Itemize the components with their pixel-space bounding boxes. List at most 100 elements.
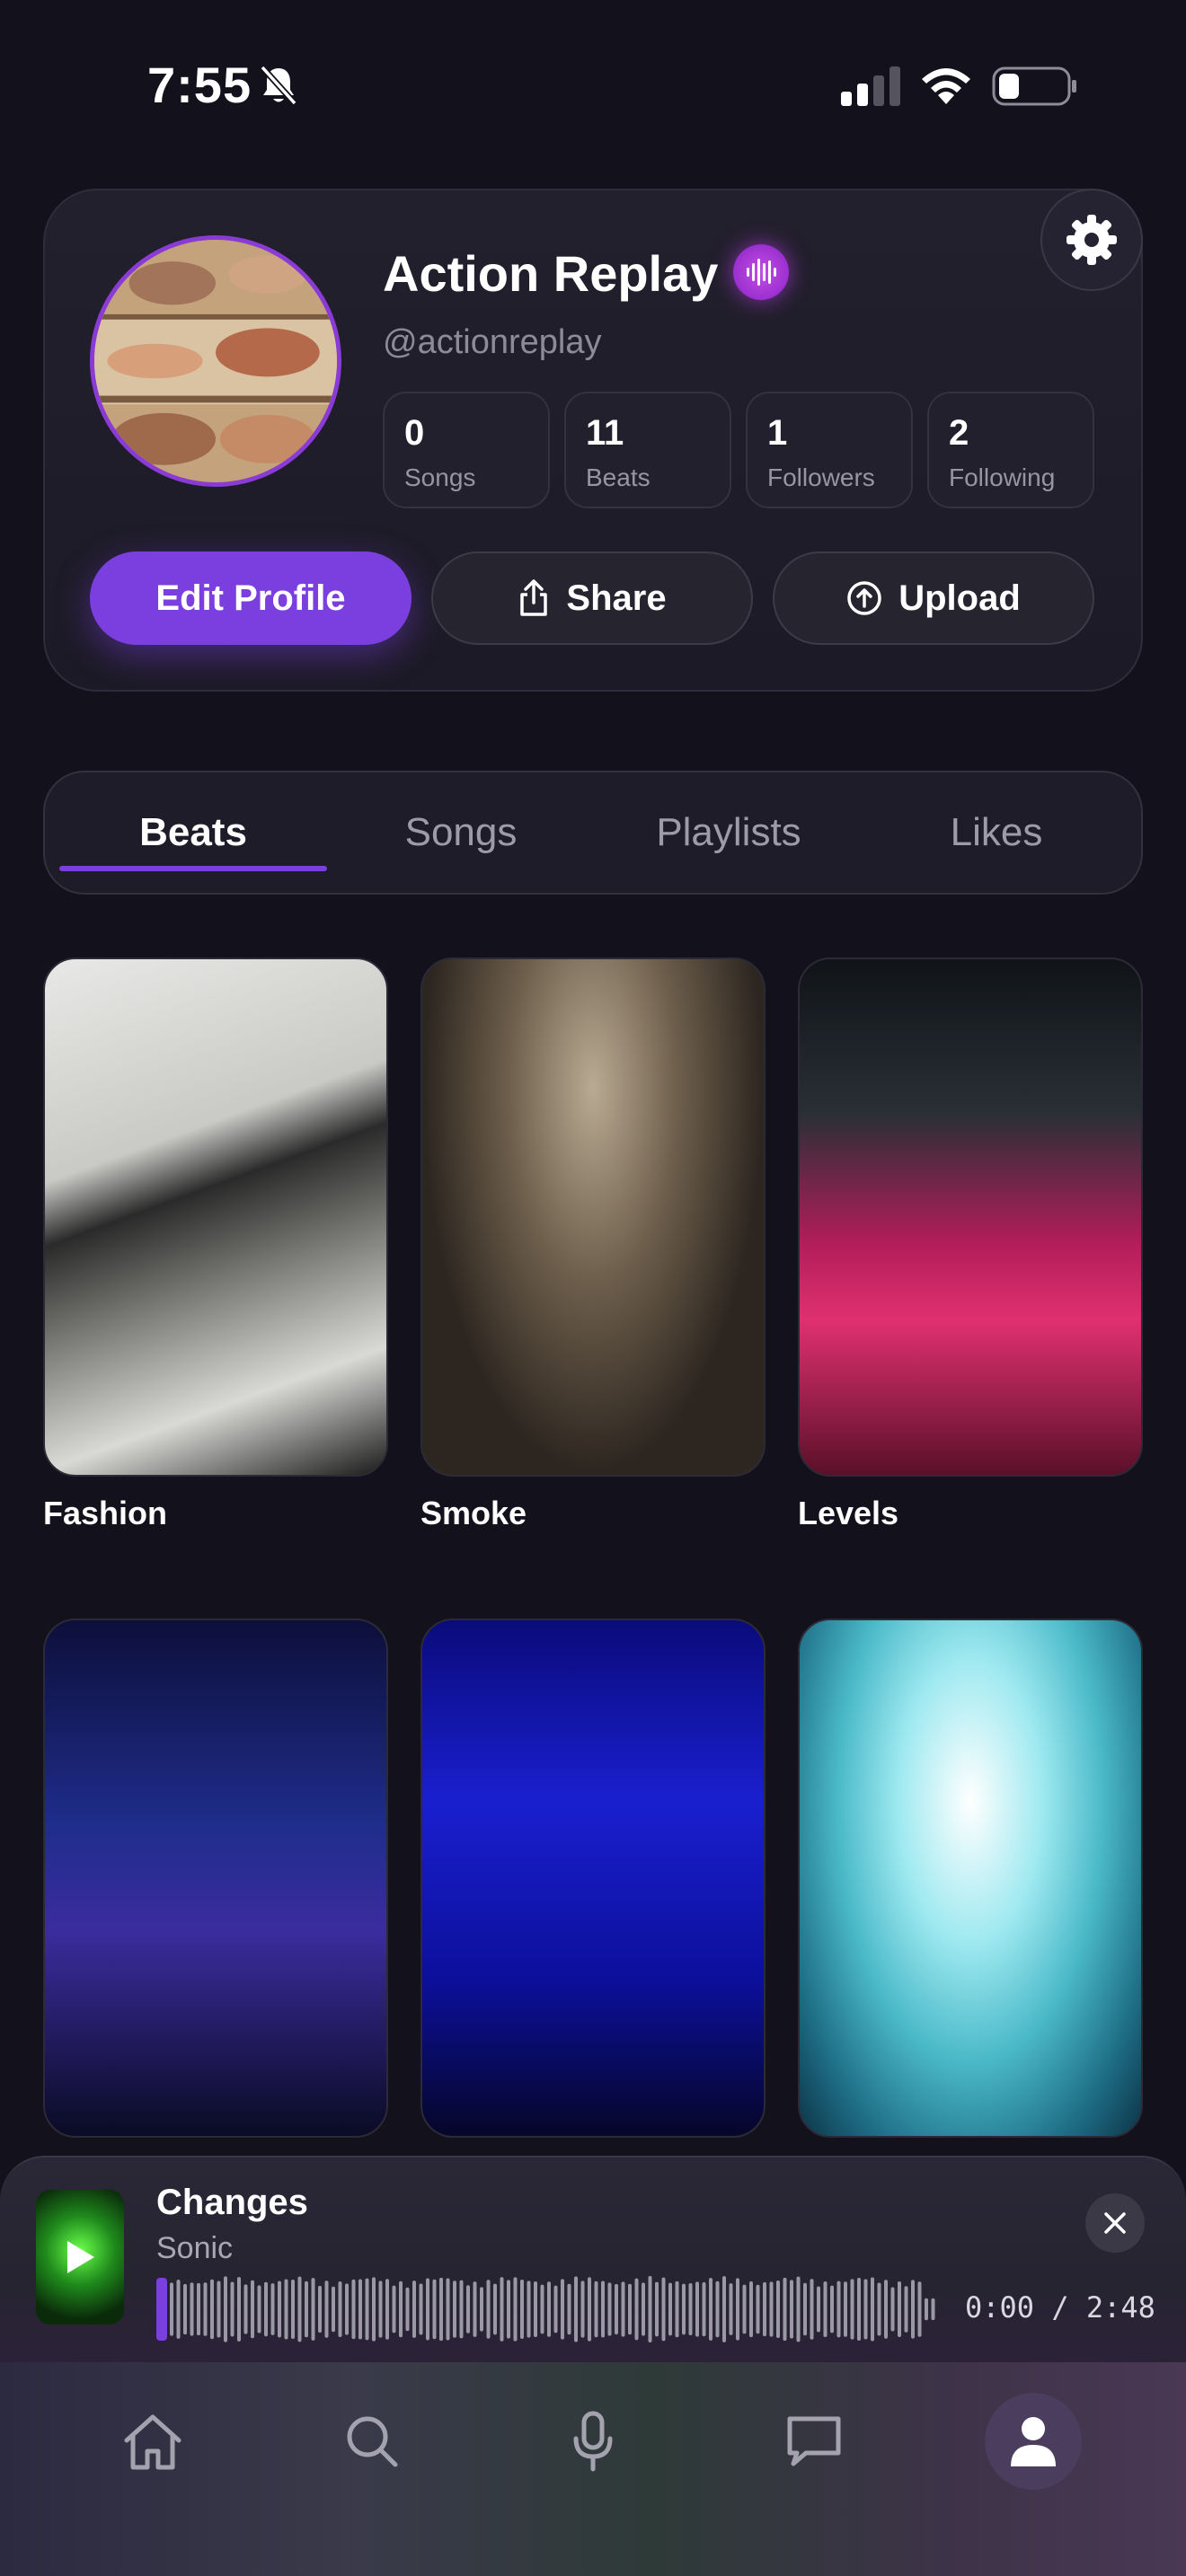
nav-home[interactable]: [104, 2393, 201, 2490]
share-button[interactable]: Share: [431, 551, 753, 645]
home-icon: [124, 2414, 181, 2470]
waveform-bar: [561, 2279, 564, 2340]
waveform-bar: [345, 2283, 349, 2335]
waveform-bar: [742, 2284, 747, 2334]
tab-songs[interactable]: Songs: [327, 772, 595, 893]
edit-profile-label: Edit Profile: [155, 578, 346, 618]
tab-beats[interactable]: Beats: [59, 772, 327, 893]
nav-search[interactable]: [323, 2393, 420, 2490]
beat-artwork: [43, 1619, 388, 2138]
share-label: Share: [566, 578, 667, 618]
waveform-bar: [844, 2281, 847, 2337]
waveform-bar: [790, 2280, 793, 2339]
waveform-bar: [715, 2280, 720, 2338]
waveform-bar: [729, 2283, 733, 2335]
waveform-bar: [836, 2280, 841, 2338]
waveform-bar: [170, 2282, 173, 2336]
player-artist: Sonic: [156, 2231, 234, 2265]
play-icon[interactable]: [62, 2237, 98, 2277]
stat-label: Following: [949, 463, 1056, 491]
bell-off-icon: [260, 65, 297, 106]
waveform-bar: [473, 2281, 477, 2337]
tab-playlists[interactable]: Playlists: [595, 772, 863, 893]
waveform-bar: [324, 2280, 329, 2338]
waveform-bar: [338, 2281, 342, 2337]
tab-bar: Beats Songs Playlists Likes: [43, 771, 1143, 895]
stat-beats[interactable]: 11 Beats: [564, 392, 731, 508]
waveform-bar: [850, 2279, 854, 2340]
stat-followers[interactable]: 1 Followers: [746, 392, 913, 508]
beat-card[interactable]: Fashion: [43, 957, 388, 1532]
nav-record[interactable]: [544, 2393, 642, 2490]
avatar[interactable]: [90, 235, 341, 487]
microphone-icon: [573, 2411, 613, 2472]
waveform-bar: [197, 2282, 200, 2336]
beat-card[interactable]: [798, 1619, 1143, 2156]
waveform-bar: [527, 2280, 531, 2338]
waveform-bar: [392, 2285, 396, 2333]
profile-icon: [1011, 2417, 1056, 2466]
tab-indicator: [59, 866, 327, 871]
waveform-bar: [284, 2279, 288, 2340]
mini-player[interactable]: Changes Sonic 0:00 / 2:48: [0, 2156, 1186, 2362]
close-player-button[interactable]: [1085, 2193, 1145, 2253]
beat-artwork: [798, 957, 1143, 1477]
beat-card[interactable]: [420, 1619, 766, 2156]
beat-card[interactable]: Levels: [798, 957, 1143, 1532]
beat-title: Fashion: [43, 1495, 168, 1531]
nav-profile[interactable]: [985, 2393, 1082, 2490]
beat-title: Levels: [798, 1495, 899, 1531]
waveform-bar: [237, 2277, 241, 2342]
waveform-bar: [203, 2282, 208, 2336]
waveform-bar: [628, 2283, 632, 2335]
waveform-bar: [480, 2287, 483, 2332]
waveform-bar: [796, 2276, 801, 2342]
waveform-bar: [675, 2280, 679, 2338]
waveform-bar: [176, 2280, 181, 2339]
waveform-bar: [210, 2279, 214, 2340]
waveform-bar: [607, 2282, 612, 2336]
waveform-bar: [217, 2280, 221, 2338]
waveform-bar: [688, 2282, 693, 2336]
waveform-bar: [224, 2276, 227, 2342]
player-artwork[interactable]: [36, 2190, 124, 2325]
waveform-bar: [594, 2280, 598, 2338]
waveform-bar: [756, 2284, 760, 2334]
waveform-bar: [769, 2281, 774, 2337]
waveform-bar: [500, 2277, 504, 2342]
player-time: 0:00 / 2:48: [965, 2290, 1155, 2325]
waveform-bar: [305, 2280, 308, 2338]
waveform-bar: [931, 2298, 935, 2321]
waveform-bar: [776, 2280, 780, 2338]
waveform-bar: [925, 2298, 928, 2321]
beat-card[interactable]: Smoke: [420, 957, 766, 1532]
edit-profile-button[interactable]: Edit Profile: [90, 551, 412, 645]
playhead[interactable]: [156, 2278, 167, 2341]
waveform-bar: [601, 2280, 605, 2338]
beat-card[interactable]: [43, 1619, 388, 2156]
wifi-icon: [922, 68, 970, 104]
waveform-bar: [817, 2286, 820, 2333]
waveform-bar: [378, 2280, 383, 2338]
waveform-scrubber[interactable]: [156, 2276, 938, 2342]
stat-following[interactable]: 2 Following: [927, 392, 1094, 508]
nav-messages[interactable]: [766, 2393, 863, 2490]
waveform-bar: [877, 2282, 881, 2336]
stat-label: Followers: [767, 463, 875, 491]
stat-songs[interactable]: 0 Songs: [383, 392, 550, 508]
waveform-bar: [547, 2281, 551, 2337]
waveform-bar: [553, 2285, 558, 2333]
stat-value: 0: [404, 413, 425, 453]
waveform-bar: [291, 2279, 295, 2340]
waveform-bar: [615, 2283, 618, 2335]
waveform-bar: [446, 2278, 450, 2341]
waveform-bar: [655, 2281, 659, 2337]
tab-likes[interactable]: Likes: [863, 772, 1130, 893]
upload-button[interactable]: Upload: [773, 551, 1094, 645]
waveform-bar: [668, 2282, 672, 2336]
settings-button[interactable]: [1040, 189, 1143, 291]
waveform-bar: [884, 2280, 888, 2339]
waveform-bar: [243, 2284, 248, 2334]
waveform-bar: [648, 2276, 652, 2342]
waveform-bar: [493, 2283, 497, 2335]
